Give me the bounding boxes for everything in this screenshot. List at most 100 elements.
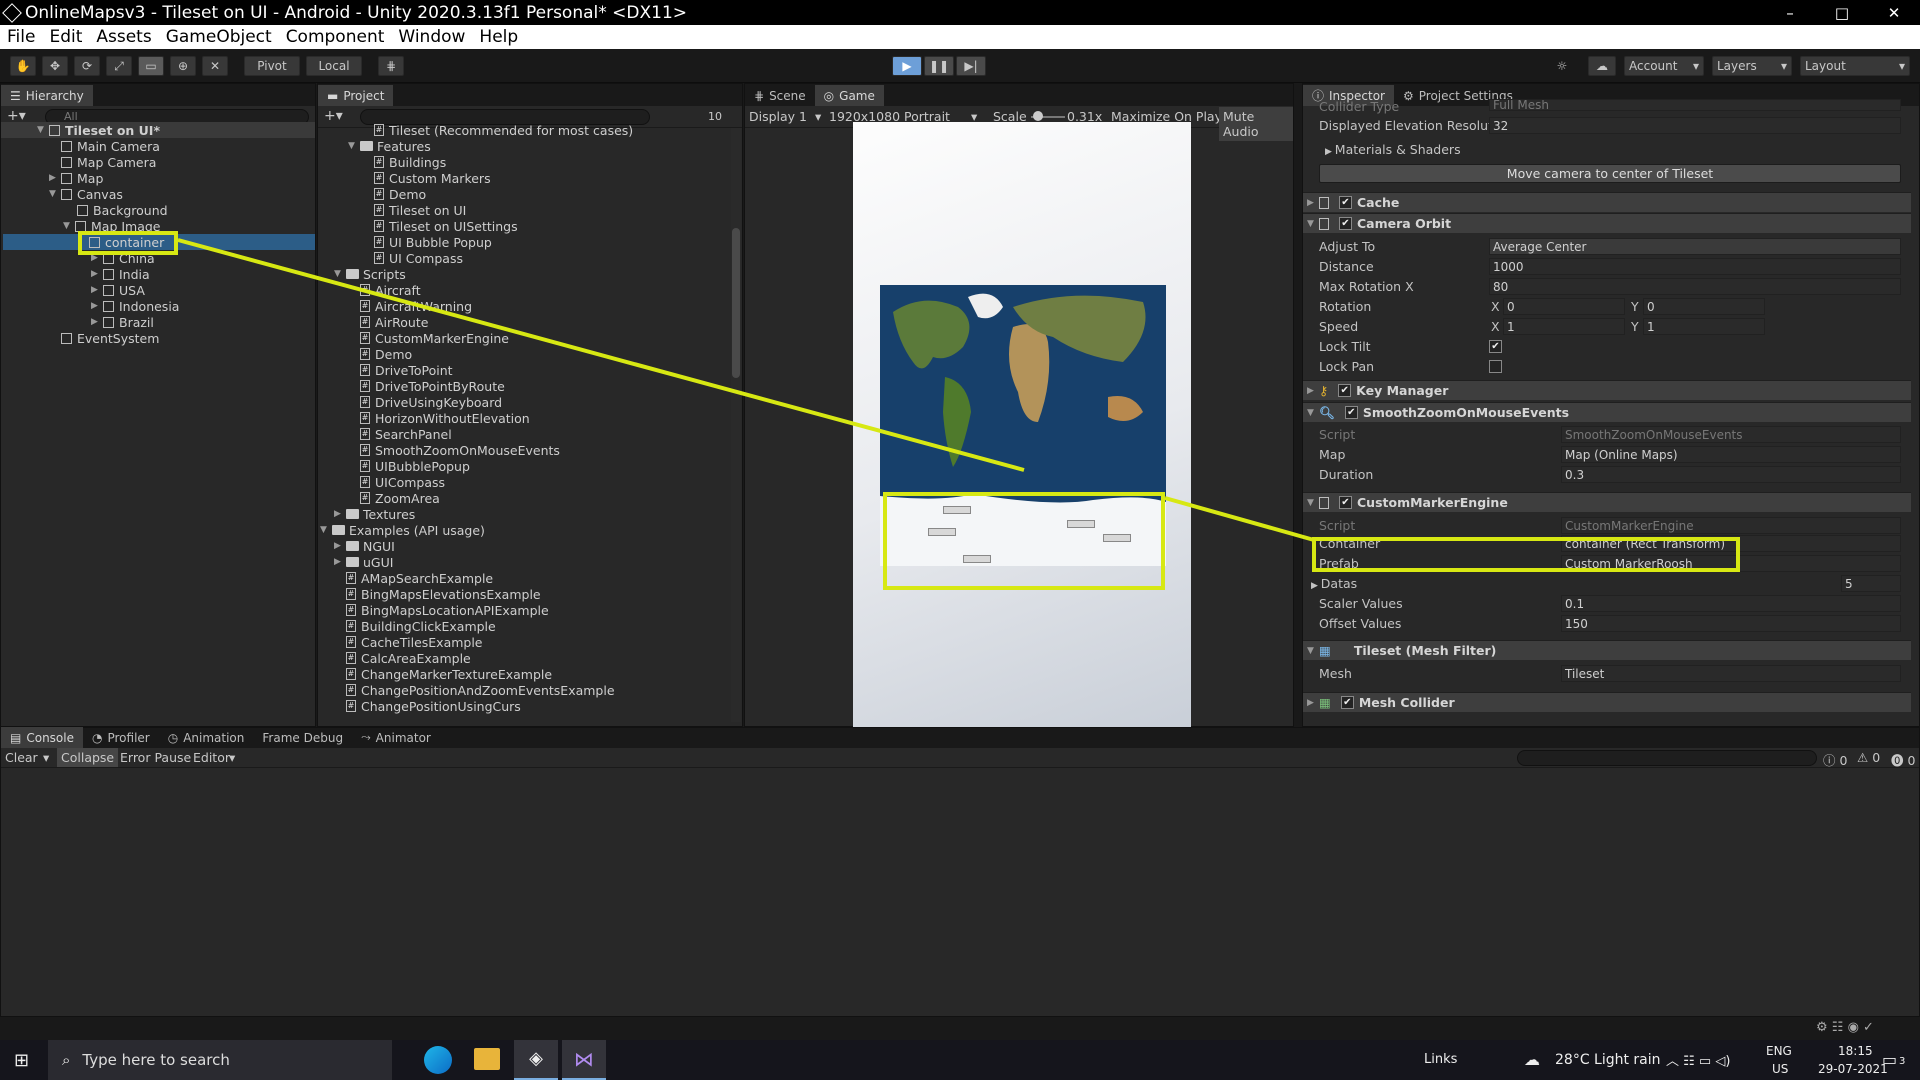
marker-indonesia[interactable]: [1067, 520, 1095, 528]
mesh-filter-component[interactable]: ▼ ▦ Tileset (Mesh Filter): [1303, 640, 1911, 660]
tree-item-map[interactable]: ▶ Map: [49, 170, 103, 186]
project-asset[interactable]: # SearchPanel: [348, 426, 452, 442]
elevation-resolution-field[interactable]: 32: [1489, 117, 1901, 134]
notification-icon[interactable]: ▭: [1882, 1050, 1897, 1069]
project-asset[interactable]: # ZoomArea: [348, 490, 440, 506]
menu-gameobject[interactable]: GameObject: [159, 27, 279, 47]
project-asset[interactable]: # BingMapsElevationsExample: [334, 586, 541, 602]
display-dropdown[interactable]: Display 1: [749, 109, 807, 124]
game-viewport[interactable]: [853, 122, 1191, 727]
scaler-values-field[interactable]: 0.1: [1561, 595, 1901, 612]
warning-count-toggle[interactable]: ⚠ 0: [1857, 750, 1880, 765]
tree-item-eventsystem[interactable]: EventSystem: [61, 330, 159, 346]
key-manager-enabled-checkbox[interactable]: ✔: [1338, 384, 1352, 397]
editor-dropdown[interactable]: Editor: [193, 750, 230, 765]
marker-usa[interactable]: [963, 555, 991, 563]
maximize-button[interactable]: □: [1816, 4, 1868, 22]
tree-item-map-image[interactable]: ▼ Map Image: [63, 218, 161, 234]
scale-slider-knob[interactable]: [1033, 111, 1043, 121]
project-asset[interactable]: # UIBubblePopup: [348, 458, 470, 474]
project-asset[interactable]: # SmoothZoomOnMouseEvents: [348, 442, 560, 458]
scene-row[interactable]: ▼ Tileset on UI*: [1, 122, 315, 138]
cache-enabled-checkbox[interactable]: ✔: [1339, 196, 1352, 209]
adjust-to-dropdown[interactable]: Average Center: [1489, 238, 1901, 255]
error-count-toggle[interactable]: ⓿ 0: [1891, 750, 1915, 769]
account-dropdown[interactable]: Account ▾: [1624, 56, 1704, 76]
prefab-field[interactable]: Custom MarkerRoosh: [1561, 555, 1901, 572]
project-folder[interactable]: ▼ Examples (API usage): [320, 522, 485, 538]
tab-console[interactable]: ▤ Console: [1, 727, 83, 748]
tree-item-india[interactable]: ▶ India: [91, 266, 150, 282]
tab-hierarchy[interactable]: ☰ Hierarchy: [1, 85, 93, 106]
transform-tool-icon[interactable]: ⊕: [170, 56, 196, 76]
cloud-icon[interactable]: ☁: [1588, 56, 1616, 76]
project-scrollbar[interactable]: [731, 128, 741, 722]
project-asset[interactable]: # AirRoute: [348, 314, 428, 330]
tree-item-main-camera[interactable]: Main Camera: [61, 138, 160, 154]
tree-item-canvas[interactable]: ▼ Canvas: [49, 186, 123, 202]
mesh-collider-component[interactable]: ▶ ▦ ✔ Mesh Collider: [1303, 692, 1911, 712]
tab-scene[interactable]: ⋕ Scene: [745, 85, 815, 106]
project-asset[interactable]: # Aircraft: [348, 282, 421, 298]
marker-india[interactable]: [928, 528, 956, 536]
tree-item-indonesia[interactable]: ▶ Indonesia: [91, 298, 179, 314]
project-asset[interactable]: # Demo: [348, 346, 412, 362]
project-asset[interactable]: # ChangeMarkerTextureExample: [334, 666, 552, 682]
taskbar-search[interactable]: ⌕ Type here to search: [48, 1040, 392, 1080]
links-toolbar[interactable]: Links: [1424, 1052, 1457, 1067]
language-indicator[interactable]: ENG: [1766, 1044, 1792, 1058]
project-asset[interactable]: # DriveToPoint: [348, 362, 453, 378]
mesh-collider-enabled-checkbox[interactable]: ✔: [1340, 696, 1354, 709]
project-asset[interactable]: # Demo: [362, 186, 426, 202]
menu-assets[interactable]: Assets: [89, 27, 158, 47]
project-asset[interactable]: # ChangePositionUsingCurs: [334, 698, 521, 714]
max-rotation-field[interactable]: 80: [1489, 278, 1901, 295]
play-button[interactable]: ▶: [892, 56, 922, 76]
log-count-toggle[interactable]: ⓘ 0: [1823, 750, 1847, 769]
tab-animator[interactable]: ⤳ Animator: [352, 727, 440, 748]
project-asset[interactable]: # Buildings: [362, 154, 446, 170]
tab-project[interactable]: ▬ Project: [318, 85, 394, 106]
layout-dropdown[interactable]: Layout ▾: [1800, 56, 1910, 76]
project-asset[interactable]: # CustomMarkerEngine: [348, 330, 509, 346]
rotate-tool-icon[interactable]: ⟳: [74, 56, 100, 76]
tree-item-china[interactable]: ▶ China: [91, 250, 155, 266]
project-asset[interactable]: # Tileset on UI: [362, 202, 466, 218]
offset-values-field[interactable]: 150: [1561, 615, 1901, 632]
duration-field[interactable]: 0.3: [1561, 466, 1901, 483]
file-explorer-icon[interactable]: [474, 1048, 500, 1070]
step-button[interactable]: ▶|: [956, 56, 986, 76]
distance-field[interactable]: 1000: [1489, 258, 1901, 275]
menu-edit[interactable]: Edit: [42, 27, 89, 47]
local-toggle[interactable]: Local: [306, 56, 362, 76]
container-field[interactable]: container (Rect Transform): [1561, 535, 1901, 552]
speed-x-field[interactable]: 1: [1503, 318, 1625, 335]
error-pause-toggle[interactable]: Error Pause: [120, 750, 191, 765]
project-asset[interactable]: # UICompass: [348, 474, 445, 490]
visual-studio-icon[interactable]: ⋈: [562, 1040, 606, 1080]
project-folder[interactable]: ▶ Textures: [334, 506, 415, 522]
add-icon[interactable]: +▾: [324, 108, 343, 124]
unity-taskbar-icon[interactable]: ◈: [514, 1040, 558, 1080]
close-button[interactable]: ✕: [1868, 4, 1920, 22]
project-asset[interactable]: # Tileset on UISettings: [362, 218, 518, 234]
project-folder[interactable]: ▼ Scripts: [334, 266, 406, 282]
lock-tilt-checkbox[interactable]: ✔: [1489, 340, 1502, 353]
status-icons[interactable]: ⚙ ☷ ◉ ✓: [1816, 1020, 1874, 1035]
pivot-toggle[interactable]: Pivot: [244, 56, 300, 76]
clear-button[interactable]: Clear: [5, 750, 38, 765]
smooth-zoom-enabled-checkbox[interactable]: ✔: [1344, 406, 1358, 419]
mesh-field[interactable]: Tileset: [1561, 665, 1901, 682]
collider-type-field[interactable]: Full Mesh: [1489, 99, 1901, 111]
menu-component[interactable]: Component: [279, 27, 392, 47]
grid-snap-icon[interactable]: ⋕: [378, 56, 404, 76]
project-asset[interactable]: # ChangePositionAndZoomEventsExample: [334, 682, 615, 698]
project-asset[interactable]: # AircraftWarning: [348, 298, 472, 314]
custom-tool-icon[interactable]: ✕: [202, 56, 228, 76]
project-asset[interactable]: # DriveUsingKeyboard: [348, 394, 502, 410]
project-asset[interactable]: # BingMapsLocationAPIExample: [334, 602, 549, 618]
layers-dropdown[interactable]: Layers ▾: [1712, 56, 1792, 76]
weather-text[interactable]: 28°C Light rain: [1555, 1052, 1661, 1068]
collapse-toggle[interactable]: Collapse: [57, 748, 119, 767]
tree-item-background[interactable]: Background: [77, 202, 168, 218]
